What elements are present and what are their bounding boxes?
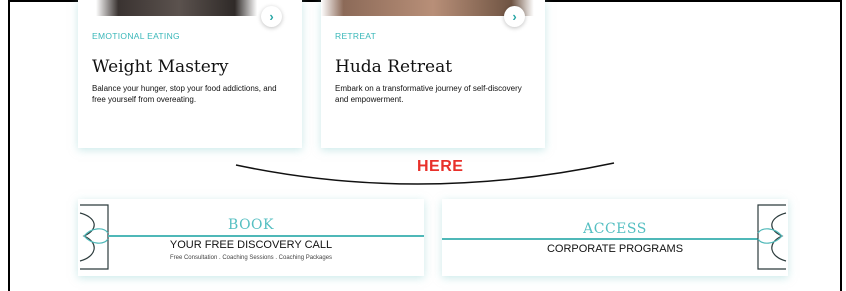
access-subheading: CORPORATE PROGRAMS xyxy=(546,243,684,255)
book-discovery-call-banner[interactable]: BOOK YOUR FREE DISCOVERY CALL Free Consu… xyxy=(78,199,424,276)
divider-line xyxy=(442,238,758,240)
access-heading: ACCESS xyxy=(583,221,647,237)
book-subheading: YOUR FREE DISCOVERY CALL xyxy=(169,239,333,251)
leaf-ornament-icon xyxy=(79,204,109,270)
access-corporate-programs-banner[interactable]: ACCESS CORPORATE PROGRAMS xyxy=(442,199,788,276)
annotation-label: HERE xyxy=(417,158,464,175)
leaf-ornament-icon xyxy=(757,204,787,270)
book-heading: BOOK xyxy=(228,217,274,233)
book-details: Free Consultation . Coaching Sessions . … xyxy=(169,255,333,261)
divider-line xyxy=(108,235,424,237)
